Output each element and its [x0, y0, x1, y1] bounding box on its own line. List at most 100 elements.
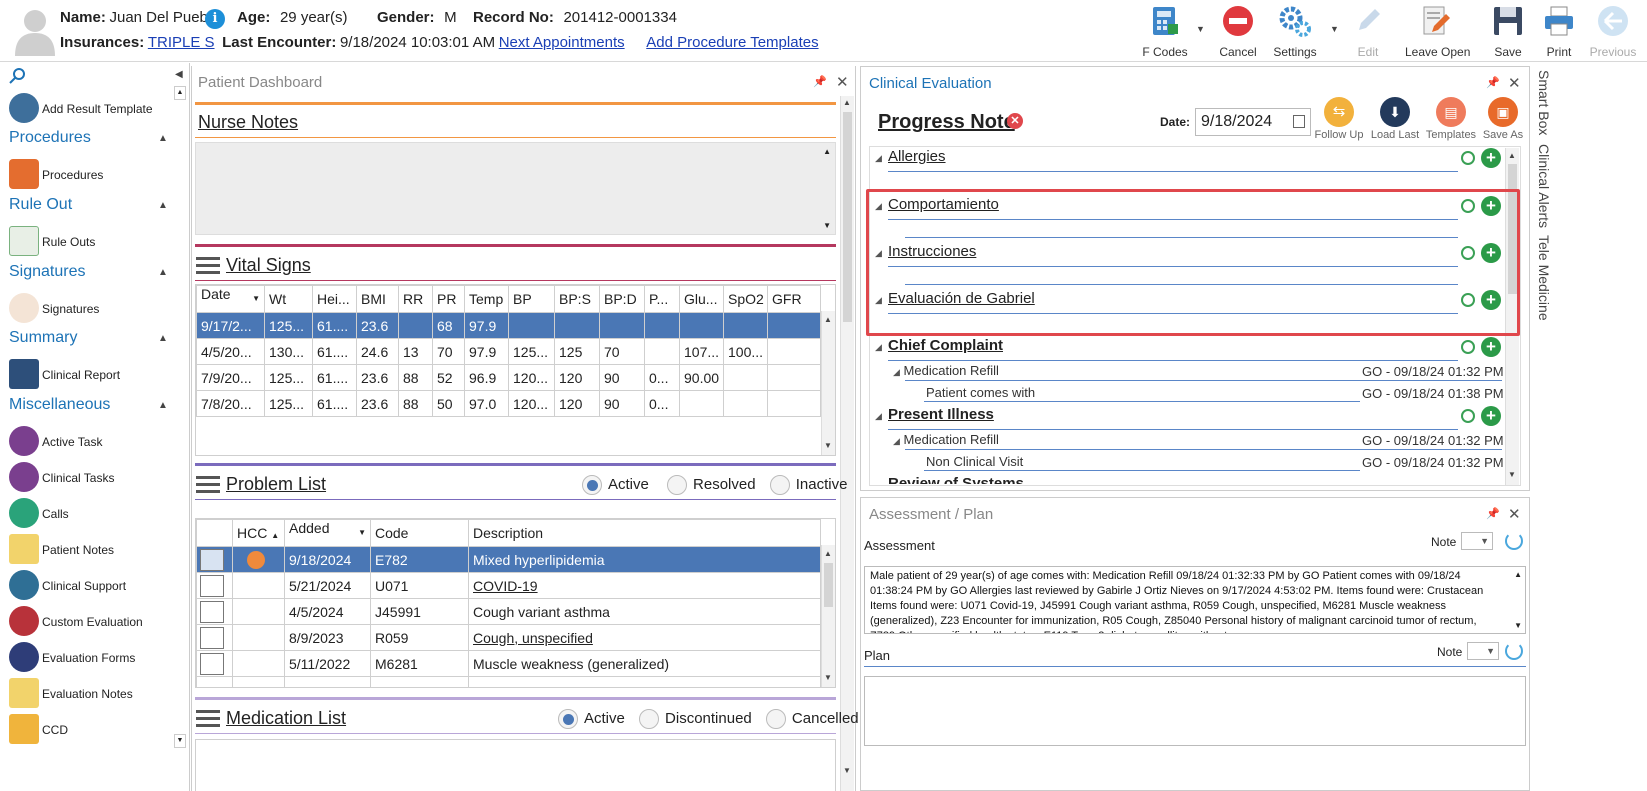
- tab-clinical-alerts[interactable]: Clinical Alerts: [1536, 144, 1552, 228]
- section-allergies[interactable]: ◢ Allergies +: [875, 148, 1505, 172]
- row-checkbox[interactable]: [196, 546, 233, 573]
- radio-active[interactable]: Active: [582, 475, 649, 495]
- plan-format-dropdown[interactable]: ▼: [1467, 642, 1499, 660]
- scroll-up-icon[interactable]: ▲: [824, 315, 832, 324]
- column-header[interactable]: Date ▼: [196, 285, 265, 313]
- section-chief-complaint[interactable]: ◢ Chief Complaint +: [875, 337, 1505, 361]
- collapse-icon[interactable]: ◢: [893, 367, 900, 377]
- search-icon[interactable]: [9, 67, 27, 85]
- table-row[interactable]: 9/17/2... 125... 61.... 23.6 68 97.9: [196, 312, 821, 339]
- section-title[interactable]: Evaluación de Gabriel: [888, 290, 1035, 307]
- table-cell[interactable]: COVID-19: [468, 572, 821, 599]
- table-row[interactable]: 4/5/2024 J45991 Cough variant asthma: [196, 598, 821, 625]
- table-row[interactable]: 7/8/20... 125... 61.... 23.6 88 50 97.0 120... 1…: [196, 390, 821, 417]
- chevron-up-icon[interactable]: ▲: [158, 267, 168, 278]
- column-header[interactable]: BMI: [356, 285, 399, 313]
- section-title[interactable]: Instrucciones: [888, 243, 976, 260]
- scroll-down-icon[interactable]: ▼: [824, 441, 832, 450]
- textarea-scroll-down[interactable]: ▼: [823, 221, 831, 230]
- table-row[interactable]: 9/18/2024 E782 Mixed hyperlipidemia: [196, 546, 821, 573]
- vital-signs-header[interactable]: Vital Signs: [226, 255, 311, 276]
- add-icon[interactable]: +: [1481, 148, 1501, 168]
- nav-section-signatures[interactable]: Signatures: [9, 263, 86, 281]
- templates-button[interactable]: ▤ Templates: [1424, 97, 1478, 141]
- scroll-thumb[interactable]: [843, 112, 852, 322]
- column-header[interactable]: P...: [644, 285, 680, 313]
- menu-icon[interactable]: [196, 476, 220, 494]
- alarm-icon[interactable]: [1461, 340, 1475, 354]
- table-row-partial[interactable]: [196, 676, 821, 687]
- menu-icon[interactable]: [196, 710, 220, 728]
- collapse-icon[interactable]: ◢: [875, 411, 882, 422]
- print-button[interactable]: Print: [1529, 4, 1589, 60]
- nurse-notes-textarea[interactable]: ▲ ▼: [195, 142, 836, 235]
- scroll-down-icon[interactable]: ▼: [1514, 621, 1522, 630]
- add-icon[interactable]: +: [1481, 196, 1501, 216]
- section-instrucciones[interactable]: ◢ Instrucciones +: [875, 243, 1505, 267]
- add-icon[interactable]: +: [1481, 406, 1501, 426]
- nav-scroll-up[interactable]: ▲: [174, 86, 186, 100]
- cancel-button[interactable]: Cancel: [1208, 4, 1268, 60]
- close-icon[interactable]: ✕: [1508, 505, 1521, 523]
- collapse-icon[interactable]: ◢: [893, 436, 900, 446]
- alarm-icon[interactable]: [1461, 293, 1475, 307]
- follow-up-button[interactable]: ⇆ Follow Up: [1313, 97, 1365, 141]
- row-checkbox[interactable]: [196, 650, 233, 677]
- column-header[interactable]: PR: [432, 285, 465, 313]
- nav-scroll-down[interactable]: ▼: [174, 734, 186, 748]
- previous-button[interactable]: Previous: [1583, 4, 1643, 60]
- fcodes-dropdown-icon[interactable]: ▼: [1196, 24, 1205, 34]
- leave-open-button[interactable]: Leave Open: [1405, 4, 1470, 60]
- dropdown-icon[interactable]: ▼: [252, 287, 260, 312]
- section-evaluacion-gabriel[interactable]: ◢ Evaluación de Gabriel +: [875, 290, 1505, 314]
- nav-section-summary[interactable]: Summary: [9, 329, 77, 347]
- chevron-up-icon[interactable]: ▲: [158, 133, 168, 144]
- scroll-up-icon[interactable]: ▲: [1508, 151, 1516, 160]
- subitem-label[interactable]: Non Clinical Visit: [926, 454, 1023, 469]
- column-header[interactable]: BP: [508, 285, 555, 313]
- plan-textarea[interactable]: [864, 676, 1526, 746]
- menu-icon[interactable]: [196, 257, 220, 275]
- nurse-notes-header[interactable]: Nurse Notes: [198, 112, 298, 133]
- chevron-up-icon[interactable]: ▲: [158, 333, 168, 344]
- table-row[interactable]: 5/11/2022 M6281 Muscle weakness (generaliz…: [196, 650, 821, 677]
- column-header[interactable]: RR: [398, 285, 433, 313]
- dashboard-scrollbar[interactable]: ▲ ▼: [840, 96, 854, 791]
- section-title[interactable]: Present Illness: [888, 406, 994, 423]
- section-title[interactable]: Chief Complaint: [888, 337, 1003, 354]
- collapse-icon[interactable]: ◢: [875, 295, 882, 306]
- pin-icon[interactable]: 📌: [1486, 76, 1500, 89]
- calendar-icon[interactable]: [1293, 115, 1305, 128]
- collapse-icon[interactable]: ◢: [875, 153, 882, 164]
- table-row[interactable]: 7/9/20... 125... 61.... 23.6 88 52 96.9 120... 1…: [196, 364, 821, 391]
- row-checkbox[interactable]: [196, 598, 233, 625]
- collapse-icon[interactable]: ◢: [875, 248, 882, 259]
- column-header[interactable]: Glu...: [679, 285, 724, 313]
- column-header[interactable]: GFR: [767, 285, 821, 313]
- column-header-hcc[interactable]: HCC ▲: [232, 519, 285, 547]
- add-icon[interactable]: +: [1481, 243, 1501, 263]
- table-row[interactable]: 4/5/20... 130... 61.... 24.6 13 70 97.9 125... 1…: [196, 338, 821, 365]
- section-title-partial[interactable]: Review of Systems: [888, 475, 1024, 484]
- chevron-up-icon[interactable]: ▲: [158, 400, 168, 411]
- remove-note-icon[interactable]: ✕: [1007, 113, 1023, 129]
- collapse-nav-icon[interactable]: ◀: [175, 69, 183, 80]
- add-procedure-templates-link[interactable]: Add Procedure Templates: [646, 34, 818, 51]
- column-header[interactable]: Hei...: [312, 285, 357, 313]
- info-icon[interactable]: i: [205, 9, 225, 29]
- column-header-added[interactable]: Added ▼: [284, 519, 371, 547]
- dropdown-icon[interactable]: ▼: [358, 521, 366, 546]
- scroll-up-icon[interactable]: ▲: [843, 98, 851, 107]
- section-title[interactable]: Allergies: [888, 148, 946, 165]
- assessment-textarea[interactable]: Male patient of 29 year(s) of age comes …: [864, 566, 1526, 634]
- column-header-description[interactable]: Description: [468, 519, 821, 547]
- edit-button[interactable]: Edit: [1338, 4, 1398, 60]
- tab-smart-box[interactable]: Smart Box: [1536, 70, 1552, 135]
- section-title[interactable]: Comportamiento: [888, 196, 999, 213]
- scroll-down-icon[interactable]: ▼: [1508, 470, 1516, 479]
- row-checkbox[interactable]: [196, 624, 233, 651]
- pi-medication-refill[interactable]: ◢ Medication Refill: [893, 432, 999, 447]
- alarm-icon[interactable]: [1461, 246, 1475, 260]
- fcodes-button[interactable]: F Codes: [1135, 4, 1195, 60]
- insurance-link[interactable]: TRIPLE S: [148, 34, 215, 51]
